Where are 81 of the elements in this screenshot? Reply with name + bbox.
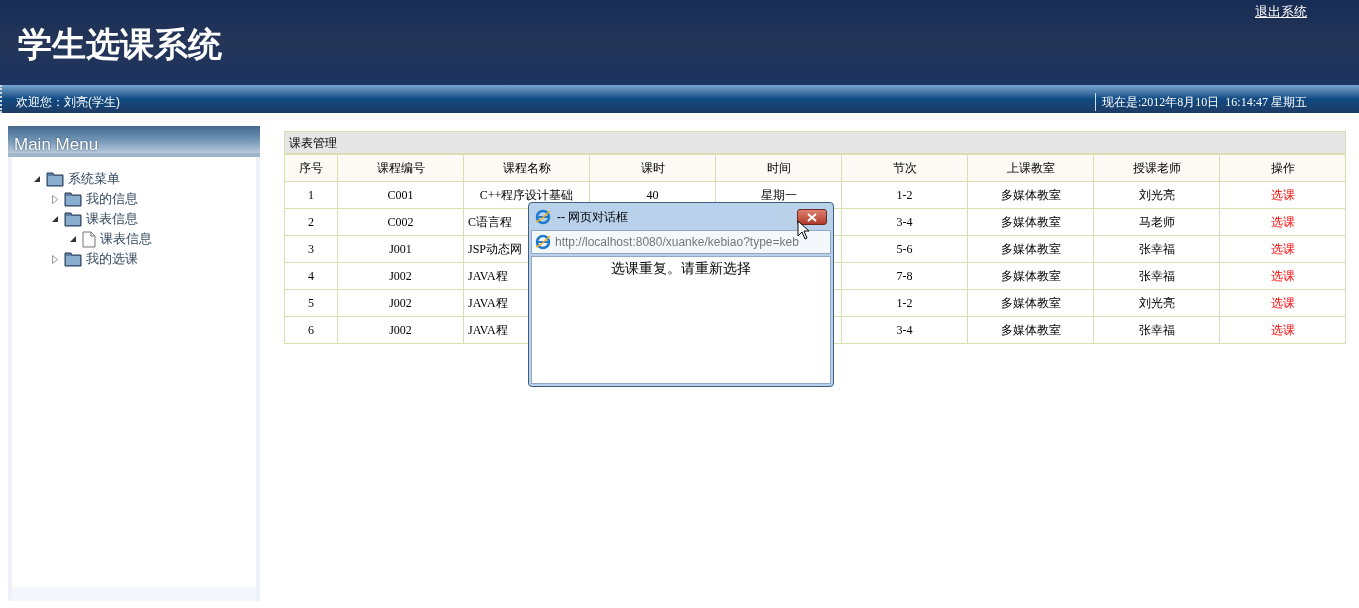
url-text: http://localhost:8080/xuanke/kebiao?type=keb xyxy=(555,234,799,251)
table-cell: J002 xyxy=(389,296,412,310)
column-header: 序号 xyxy=(284,154,338,182)
expand-arrow-icon[interactable] xyxy=(50,254,60,264)
menu-title: Main Menu xyxy=(14,135,99,154)
table-cell: 星期一 xyxy=(760,188,797,202)
close-button[interactable] xyxy=(797,209,827,225)
tree-item[interactable]: 课表信息 xyxy=(86,209,138,229)
logout-link[interactable]: 退出系统 xyxy=(1255,2,1307,22)
document-icon xyxy=(82,230,96,248)
table-cell: 刘光亮 xyxy=(1138,188,1175,202)
column-header: 授课老师 xyxy=(1093,154,1220,182)
collapse-arrow-icon[interactable] xyxy=(50,216,60,222)
column-header: 时间 xyxy=(715,154,842,182)
select-course-link[interactable]: 选课 xyxy=(1270,269,1295,283)
table-cell: 多媒体教室 xyxy=(1000,296,1061,310)
select-course-link[interactable]: 选课 xyxy=(1270,242,1295,256)
table-cell: J002 xyxy=(389,269,412,283)
folder-icon xyxy=(64,211,82,227)
select-course-link[interactable]: 选课 xyxy=(1270,296,1295,310)
tree-item[interactable]: 我的选课 xyxy=(86,249,138,269)
table-title: 课表管理 xyxy=(289,134,337,152)
table-cell: 3-4 xyxy=(896,323,913,337)
table-cell: JAVA程 xyxy=(468,323,508,337)
table-cell: J002 xyxy=(389,323,412,337)
column-header: 操作 xyxy=(1219,154,1346,182)
table-cell: 7-8 xyxy=(896,269,913,283)
collapse-arrow-icon[interactable] xyxy=(68,236,78,242)
table-cell: 刘光亮 xyxy=(1138,296,1175,310)
table-cell: 4 xyxy=(308,269,314,283)
table-cell: 多媒体教室 xyxy=(1000,269,1061,283)
table-cell: 3 xyxy=(308,242,314,256)
folder-icon xyxy=(64,251,82,267)
column-header: 课程编号 xyxy=(337,154,464,182)
table-cell: 多媒体教室 xyxy=(1000,188,1061,202)
tree-item[interactable]: 我的信息 xyxy=(86,189,138,209)
table-cell: C001 xyxy=(387,188,414,202)
table-cell: 2 xyxy=(308,215,314,229)
expand-arrow-icon[interactable] xyxy=(50,194,60,204)
table-cell: 5-6 xyxy=(896,242,913,256)
table-cell: JSP动态网 xyxy=(468,242,523,256)
folder-icon xyxy=(46,171,64,187)
table-cell: 马老师 xyxy=(1138,215,1175,229)
column-header: 上课教室 xyxy=(967,154,1094,182)
table-cell: 5 xyxy=(308,296,314,310)
app-title: 学生选课系统 xyxy=(18,28,222,62)
table-cell: 张幸福 xyxy=(1138,269,1175,283)
tree-item[interactable]: 课表信息 xyxy=(100,229,152,249)
table-cell: 多媒体教室 xyxy=(1000,215,1061,229)
table-cell: C++程序设计基础 xyxy=(479,188,574,202)
table-cell: JAVA程 xyxy=(468,296,508,310)
table-cell: 多媒体教室 xyxy=(1000,242,1061,256)
table-cell: C语言程 xyxy=(468,215,512,229)
column-header: 课时 xyxy=(589,154,716,182)
table-cell: 40 xyxy=(646,188,659,202)
select-course-link[interactable]: 选课 xyxy=(1270,215,1295,229)
column-header: 节次 xyxy=(841,154,968,182)
folder-icon xyxy=(64,191,82,207)
dialog-message: 选课重复。请重新选择 xyxy=(611,259,751,278)
table-cell: 6 xyxy=(308,323,314,337)
dialog-title: -- 网页对话框 xyxy=(557,209,630,226)
collapse-arrow-icon[interactable] xyxy=(32,176,42,182)
table-cell: 3-4 xyxy=(896,215,913,229)
select-course-link[interactable]: 选课 xyxy=(1270,188,1295,202)
browser-icon xyxy=(535,209,551,225)
table-cell: 1-2 xyxy=(896,296,913,310)
browser-icon xyxy=(535,234,551,250)
table-cell: 张幸福 xyxy=(1138,323,1175,337)
column-header: 课程名称 xyxy=(463,154,590,182)
table-cell: 1-2 xyxy=(896,188,913,202)
table-cell: 张幸福 xyxy=(1138,242,1175,256)
table-cell: C002 xyxy=(387,215,414,229)
close-icon xyxy=(807,212,817,222)
tree-item[interactable]: 系统菜单 xyxy=(68,169,120,189)
welcome-text: 欢迎您：刘亮(学生) xyxy=(16,94,120,111)
table-cell: 1 xyxy=(308,188,314,202)
table-cell: JAVA程 xyxy=(468,269,508,283)
table-cell: J001 xyxy=(389,242,412,256)
datetime-text: 现在是:2012年8月10日 16:14:47 星期五 xyxy=(1095,93,1307,111)
select-course-link[interactable]: 选课 xyxy=(1270,323,1295,337)
table-cell: 多媒体教室 xyxy=(1000,323,1061,337)
